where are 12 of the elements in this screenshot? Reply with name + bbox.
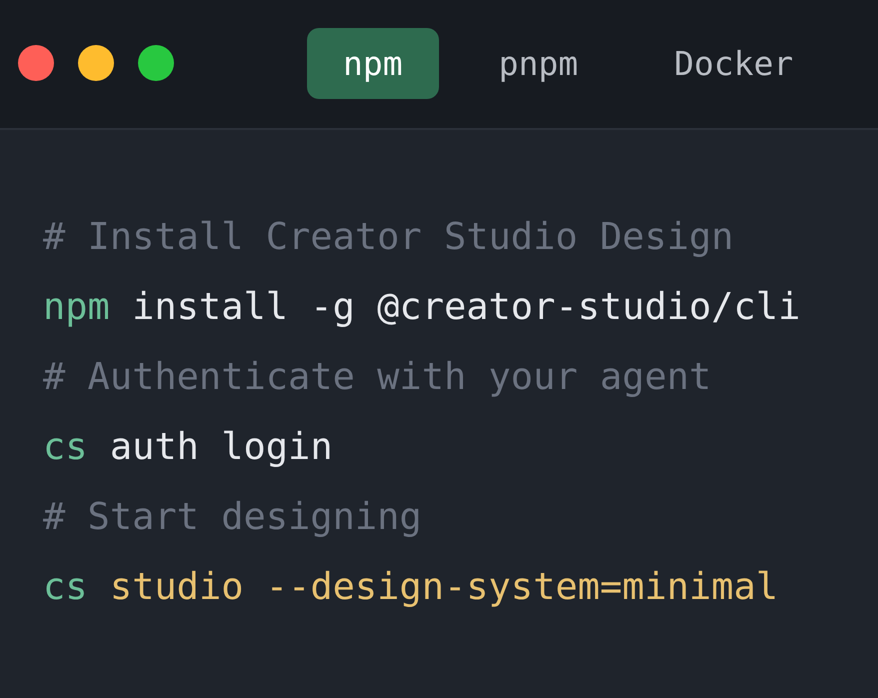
tab[interactable]: Docker xyxy=(638,28,830,98)
tab[interactable]: npm xyxy=(307,28,439,98)
code-line: cs auth login xyxy=(43,424,334,470)
code-line: # Authenticate with your agent xyxy=(43,354,712,400)
code-line: npm install -g @creator-studio/cli xyxy=(43,284,802,330)
window-control-button[interactable] xyxy=(138,45,174,81)
window-control-button[interactable] xyxy=(18,45,54,81)
window-control-button[interactable] xyxy=(78,45,114,81)
tab[interactable]: pnpm xyxy=(462,28,614,98)
code-line: # Install Creator Studio Design xyxy=(43,214,735,260)
code-line: cs studio --design-system=minimal xyxy=(43,564,780,610)
code-line: # Start designing xyxy=(43,494,423,540)
